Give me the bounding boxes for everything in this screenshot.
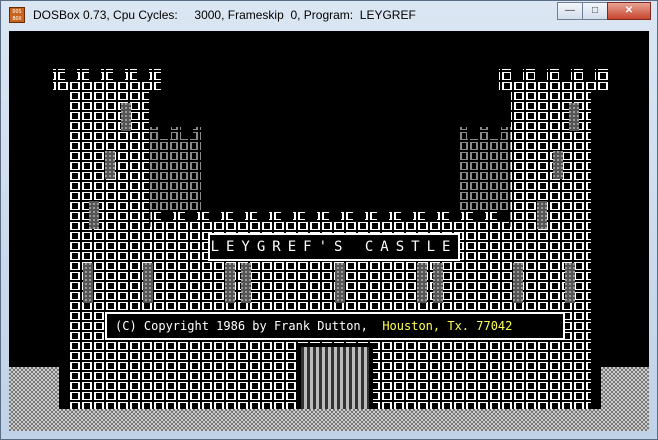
tower-left [53,69,161,409]
copyright-box: (C) Copyright 1986 by Frank Dutton, Hous… [105,312,565,340]
copyright-text: (C) Copyright 1986 by Frank Dutton, [115,319,368,333]
dosbox-window: DOS BOX DOSBox 0.73, Cpu Cycles: 3000, F… [0,0,658,440]
castle-gate [297,343,373,409]
dosbox-app-icon[interactable]: DOS BOX [9,7,25,23]
window-title: DOSBox 0.73, Cpu Cycles: 3000, Frameskip… [33,8,416,22]
close-button[interactable]: ✕ [607,2,651,20]
minimize-button[interactable]: — [557,2,583,20]
location-text: Houston, Tx. 77042 [382,319,513,333]
castle-illustration [9,69,649,431]
maximize-button[interactable]: □ [582,2,608,20]
tower-right [499,69,609,409]
game-screen[interactable]: LEYGREF'S CASTLE (C) Copyright 1986 by F… [9,31,649,431]
game-title-banner: LEYGREF'S CASTLE [208,233,460,261]
window-controls: — □ ✕ [557,2,651,20]
title-bar[interactable]: DOS BOX DOSBox 0.73, Cpu Cycles: 3000, F… [1,1,657,30]
